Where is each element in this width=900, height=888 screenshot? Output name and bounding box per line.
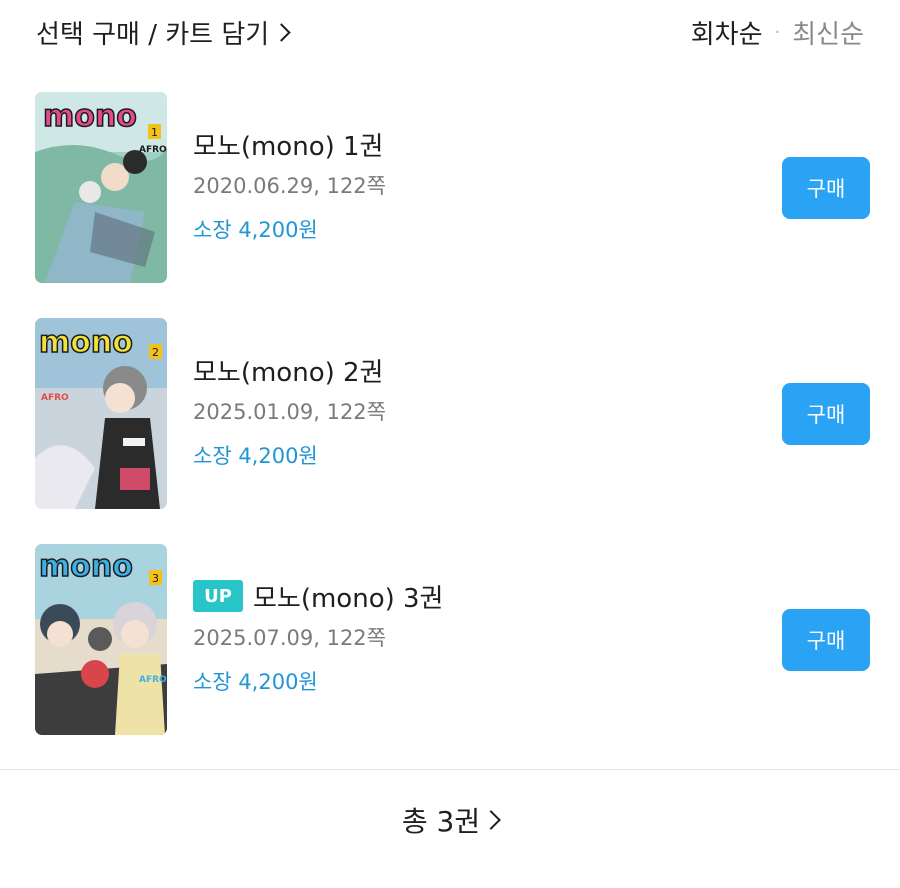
select-buy-label: 선택 구매 / 카트 담기 — [36, 20, 270, 50]
volume-list-page: 선택 구매 / 카트 담기 회차순 · 최신순 mono 1 AFRO 모노(m… — [0, 0, 900, 888]
list-item[interactable]: mono 3 AFRO UP 모노(mono) 3권 2025.07.09, 1… — [0, 544, 900, 770]
top-bar: 선택 구매 / 카트 담기 회차순 · 최신순 — [0, 0, 900, 66]
item-date-pages: 2020.06.29, 122쪽 — [193, 174, 386, 198]
cover-author: AFRO — [139, 675, 167, 685]
sort-latest[interactable]: 최신순 — [792, 14, 864, 51]
cover-author: AFRO — [139, 145, 167, 155]
item-price: 소장 4,200원 — [193, 444, 318, 468]
item-title[interactable]: 모노(mono) 3권 — [253, 578, 443, 615]
buy-button[interactable]: 구매 — [782, 157, 870, 219]
total-volumes-link[interactable]: 총 3권 — [0, 800, 900, 840]
cover-logo: mono — [43, 99, 137, 134]
book-cover[interactable]: mono 3 AFRO — [35, 544, 167, 735]
title-row: 모노(mono) 2권 — [193, 352, 386, 388]
item-info: 모노(mono) 1권 2020.06.29, 122쪽 소장 4,200원 — [193, 126, 386, 244]
sort-options: 회차순 · 최신순 — [691, 14, 864, 51]
item-price: 소장 4,200원 — [193, 218, 318, 242]
cover-logo: mono — [39, 549, 133, 584]
title-row: UP 모노(mono) 3권 — [193, 578, 443, 614]
list-item[interactable]: mono 2 AFRO 모노(mono) 2권 2025.01.09, 122쪽… — [0, 318, 900, 544]
book-cover[interactable]: mono 2 AFRO — [35, 318, 167, 509]
total-label: 총 3권 — [401, 805, 481, 838]
buy-button[interactable]: 구매 — [782, 609, 870, 671]
cover-volume: 2 — [152, 346, 159, 359]
item-price: 소장 4,200원 — [193, 670, 318, 694]
up-badge: UP — [193, 580, 243, 612]
title-row: 모노(mono) 1권 — [193, 126, 386, 162]
item-date-pages: 2025.07.09, 122쪽 — [193, 626, 386, 650]
item-info: 모노(mono) 2권 2025.01.09, 122쪽 소장 4,200원 — [193, 352, 386, 470]
sort-separator: · — [774, 22, 781, 43]
list-item[interactable]: mono 1 AFRO 모노(mono) 1권 2020.06.29, 122쪽… — [0, 92, 900, 318]
cover-logo: mono — [39, 325, 133, 360]
cover-volume: 1 — [151, 126, 158, 139]
select-buy-cart-link[interactable]: 선택 구매 / 카트 담기 — [36, 14, 291, 51]
item-date-pages: 2025.01.09, 122쪽 — [193, 400, 386, 424]
chevron-right-icon — [272, 23, 291, 42]
volume-list: mono 1 AFRO 모노(mono) 1권 2020.06.29, 122쪽… — [0, 92, 900, 770]
sort-episode-order[interactable]: 회차순 — [691, 14, 763, 51]
item-info: UP 모노(mono) 3권 2025.07.09, 122쪽 소장 4,200… — [193, 578, 443, 696]
chevron-right-icon — [481, 810, 502, 830]
buy-button[interactable]: 구매 — [782, 383, 870, 445]
cover-author: AFRO — [41, 393, 69, 403]
divider — [0, 769, 900, 770]
item-title[interactable]: 모노(mono) 2권 — [193, 352, 383, 389]
cover-volume: 3 — [152, 572, 159, 585]
book-cover[interactable]: mono 1 AFRO — [35, 92, 167, 283]
item-title[interactable]: 모노(mono) 1권 — [193, 126, 383, 163]
